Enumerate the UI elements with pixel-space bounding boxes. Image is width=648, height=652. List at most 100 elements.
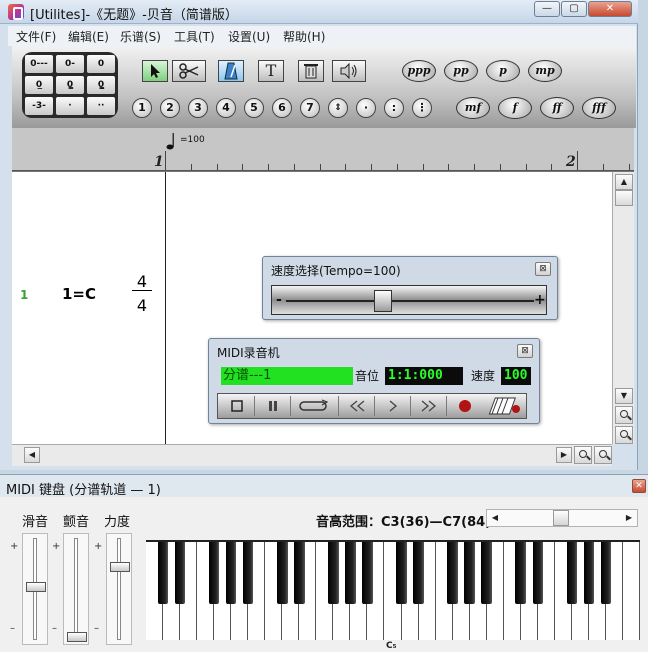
- menu-help[interactable]: 帮助(H): [283, 28, 325, 45]
- fast-forward-button[interactable]: [414, 396, 444, 416]
- piano-black-key[interactable]: [157, 542, 169, 604]
- dynamic-mf-button[interactable]: mf: [456, 97, 490, 119]
- menu-settings[interactable]: 设置(U): [228, 28, 270, 45]
- duration-sixteenth[interactable]: 0̳: [56, 76, 84, 94]
- duration-triplet[interactable]: -3-: [25, 97, 53, 115]
- zoom-in-button-bottom[interactable]: [574, 446, 592, 464]
- duration-eighth[interactable]: 0̲: [25, 76, 53, 94]
- close-button[interactable]: ✕: [588, 1, 632, 17]
- title-bar[interactable]: [Utilites]-《无题》-贝音（简谱版） — ▢ ✕: [0, 0, 638, 24]
- tempo-slider-thumb[interactable]: [373, 290, 392, 312]
- tempo-dialog-close-button[interactable]: ⊠: [535, 262, 551, 276]
- velocity-slider-thumb[interactable]: [110, 562, 130, 572]
- play-button[interactable]: [378, 396, 408, 416]
- duration-whole[interactable]: 0---: [25, 55, 53, 73]
- select-tool-button[interactable]: [142, 60, 168, 82]
- range-scroll-right[interactable]: ▶: [621, 510, 637, 526]
- note-4-button[interactable]: 4: [216, 98, 236, 118]
- double-dot-button[interactable]: :: [384, 98, 404, 118]
- zoom-in-button[interactable]: [615, 406, 633, 424]
- duration-quarter[interactable]: 0: [87, 55, 115, 73]
- piano-white-key[interactable]: [622, 542, 640, 640]
- note-1-button[interactable]: 1: [132, 98, 152, 118]
- minimize-button[interactable]: —: [534, 1, 560, 17]
- menu-tools[interactable]: 工具(T): [174, 28, 215, 45]
- dynamic-f-button[interactable]: f: [498, 97, 532, 119]
- piano-black-key[interactable]: [276, 542, 288, 604]
- piano-black-key[interactable]: [583, 542, 595, 604]
- dynamic-p-button[interactable]: p: [486, 60, 520, 82]
- cut-tool-button[interactable]: [172, 60, 206, 82]
- note-7-button[interactable]: 7: [300, 98, 320, 118]
- piano-black-key[interactable]: [208, 542, 220, 604]
- text-tool-button[interactable]: T: [258, 60, 284, 82]
- horizontal-scrollbar[interactable]: ◀ ▶: [12, 444, 612, 466]
- slide-slider[interactable]: [22, 533, 48, 645]
- scroll-left-button[interactable]: ◀: [24, 447, 40, 463]
- velocity-slider[interactable]: [106, 533, 132, 645]
- piano-black-key[interactable]: [532, 542, 544, 604]
- record-button[interactable]: [450, 396, 480, 416]
- piano-black-key[interactable]: [362, 542, 373, 604]
- scroll-up-button[interactable]: ▲: [615, 174, 633, 190]
- slide-slider-thumb[interactable]: [26, 582, 46, 592]
- piano-black-key[interactable]: [515, 542, 527, 604]
- dynamic-mp-button[interactable]: mp: [528, 60, 562, 82]
- piano-black-key[interactable]: [294, 542, 305, 604]
- piano-black-key[interactable]: [242, 542, 254, 604]
- range-scroll-thumb[interactable]: [553, 510, 569, 526]
- dynamic-pp-button[interactable]: pp: [444, 60, 478, 82]
- dynamic-ff-button[interactable]: ff: [540, 97, 574, 119]
- piano-black-key[interactable]: [345, 542, 356, 604]
- tempo-slider[interactable]: - +: [271, 285, 547, 315]
- metronome-tool-button[interactable]: [218, 60, 244, 82]
- rewind-button[interactable]: [342, 396, 372, 416]
- duration-dot[interactable]: ·: [56, 97, 84, 115]
- maximize-button[interactable]: ▢: [561, 1, 587, 17]
- measure-ruler[interactable]: =100 1 2: [12, 128, 634, 172]
- keyboard-close-button[interactable]: ✕: [632, 479, 646, 493]
- piano-black-key[interactable]: [174, 542, 186, 604]
- duration-thirtysecond[interactable]: 0̳̲: [87, 76, 115, 94]
- zoom-out-button-bottom[interactable]: [594, 446, 612, 464]
- menu-score[interactable]: 乐谱(S): [120, 28, 161, 45]
- triple-dot-button[interactable]: ⋮: [412, 98, 432, 118]
- piano-black-key[interactable]: [464, 542, 475, 604]
- note-2-button[interactable]: 2: [160, 98, 180, 118]
- piano-black-key[interactable]: [600, 542, 612, 604]
- pitch-range-scrollbar[interactable]: ◀ ▶: [486, 509, 638, 527]
- speaker-tool-button[interactable]: [332, 60, 366, 82]
- loop-button[interactable]: [294, 396, 334, 416]
- menu-edit[interactable]: 编辑(E): [68, 28, 109, 45]
- scroll-right-button[interactable]: ▶: [556, 447, 572, 463]
- piano-black-key[interactable]: [396, 542, 407, 604]
- menu-file[interactable]: 文件(F): [16, 28, 56, 45]
- piano-black-key[interactable]: [413, 542, 424, 604]
- range-scroll-left[interactable]: ◀: [487, 510, 503, 526]
- stop-button[interactable]: [222, 396, 252, 416]
- duration-half[interactable]: 0-: [56, 55, 84, 73]
- vertical-scrollbar[interactable]: ▲ ▼: [612, 172, 634, 444]
- tremolo-slider[interactable]: [63, 533, 89, 645]
- piano-black-key[interactable]: [447, 542, 458, 604]
- piano-black-key[interactable]: [328, 542, 339, 604]
- piano-black-key[interactable]: [225, 542, 237, 604]
- tremolo-slider-thumb[interactable]: [67, 632, 87, 642]
- duration-double-dot[interactable]: ··: [87, 97, 115, 115]
- recorder-close-button[interactable]: ⊠: [517, 344, 533, 358]
- piano-black-key[interactable]: [566, 542, 578, 604]
- record-piano-button[interactable]: [486, 396, 524, 416]
- delete-tool-button[interactable]: [298, 60, 324, 82]
- piano-black-key[interactable]: [481, 542, 492, 604]
- dot-button[interactable]: ·: [356, 98, 376, 118]
- tempo-increase[interactable]: +: [534, 292, 546, 308]
- note-5-button[interactable]: 5: [244, 98, 264, 118]
- octave-shift-button[interactable]: ⇕: [328, 98, 348, 118]
- note-6-button[interactable]: 6: [272, 98, 292, 118]
- zoom-out-button[interactable]: [615, 426, 633, 444]
- pause-button[interactable]: [258, 396, 288, 416]
- scroll-thumb[interactable]: [615, 190, 633, 206]
- note-3-button[interactable]: 3: [188, 98, 208, 118]
- dynamic-ppp-button[interactable]: ppp: [402, 60, 436, 82]
- tempo-decrease[interactable]: -: [276, 292, 282, 308]
